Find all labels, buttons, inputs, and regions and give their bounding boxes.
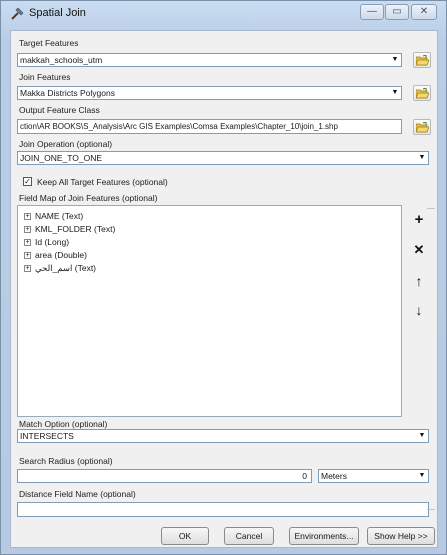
match-option-value: INTERSECTS bbox=[20, 431, 74, 441]
field-map-item-label: Id (Long) bbox=[35, 237, 70, 247]
open-folder-icon bbox=[416, 122, 429, 133]
cancel-button[interactable]: Cancel bbox=[224, 527, 274, 545]
keep-all-checkbox[interactable]: ✓ bbox=[23, 177, 32, 186]
field-map-label: Field Map of Join Features (optional) bbox=[19, 193, 158, 203]
field-map-item-label: NAME (Text) bbox=[35, 211, 84, 221]
target-features-label: Target Features bbox=[19, 38, 79, 48]
distance-field-input[interactable] bbox=[17, 502, 429, 517]
join-features-combo[interactable]: Makka Districts Polygons ▼ bbox=[17, 86, 402, 100]
search-radius-field[interactable]: 0 bbox=[17, 469, 312, 483]
join-operation-label: Join Operation (optional) bbox=[19, 139, 113, 149]
radius-unit-value: Meters bbox=[321, 471, 347, 481]
target-features-value: makkah_schools_utm bbox=[20, 55, 103, 65]
remove-field-button[interactable]: ✕ bbox=[409, 240, 429, 260]
scroll-track-mark bbox=[427, 208, 435, 209]
expand-icon[interactable]: + bbox=[24, 252, 31, 260]
browse-join-button[interactable] bbox=[413, 85, 431, 101]
chevron-down-icon[interactable]: ▼ bbox=[417, 153, 427, 163]
move-up-button[interactable]: ↑ bbox=[409, 271, 429, 291]
minimize-button[interactable]: — bbox=[360, 4, 384, 20]
show-help-button[interactable]: Show Help >> bbox=[367, 527, 435, 545]
ok-button[interactable]: OK bbox=[161, 527, 209, 545]
dialog-body: Target Features makkah_schools_utm ▼ Joi… bbox=[10, 30, 438, 548]
expand-icon[interactable]: + bbox=[24, 226, 31, 234]
spatial-join-window: Spatial Join — ▭ ✕ Target Features makka… bbox=[0, 0, 447, 555]
match-option-combo[interactable]: INTERSECTS ▼ bbox=[17, 429, 429, 443]
expand-icon[interactable]: + bbox=[24, 213, 31, 221]
add-field-button[interactable]: + bbox=[409, 210, 429, 230]
search-radius-value: 0 bbox=[302, 471, 307, 481]
maximize-button[interactable]: ▭ bbox=[385, 4, 409, 20]
output-feature-class-label: Output Feature Class bbox=[19, 105, 100, 115]
hammer-tool-icon bbox=[11, 7, 24, 20]
close-button[interactable]: ✕ bbox=[411, 4, 437, 20]
expand-icon[interactable]: + bbox=[24, 239, 31, 247]
expand-icon[interactable]: + bbox=[24, 265, 31, 273]
keep-all-label[interactable]: Keep All Target Features (optional) bbox=[37, 177, 168, 187]
field-map-tree[interactable]: + NAME (Text) + KML_FOLDER (Text) + Id (Lon… bbox=[17, 205, 402, 417]
join-operation-combo[interactable]: JOIN_ONE_TO_ONE ▼ bbox=[17, 151, 429, 165]
chevron-down-icon[interactable]: ▼ bbox=[417, 431, 427, 441]
chevron-down-icon[interactable]: ▼ bbox=[390, 88, 400, 98]
chevron-down-icon[interactable]: ▼ bbox=[390, 55, 400, 65]
open-folder-icon bbox=[416, 88, 429, 99]
output-feature-class-field[interactable]: ction\AR BOOKS\S_Analysis\Arc GIS Exampl… bbox=[17, 119, 402, 134]
radius-unit-combo[interactable]: Meters ▼ bbox=[318, 469, 429, 483]
field-map-item-label: KML_FOLDER (Text) bbox=[35, 224, 116, 234]
field-map-item[interactable]: + اسم_الحي (Text) bbox=[24, 263, 96, 274]
join-operation-value: JOIN_ONE_TO_ONE bbox=[20, 153, 103, 163]
field-map-item[interactable]: + NAME (Text) bbox=[24, 211, 83, 222]
distance-field-label: Distance Field Name (optional) bbox=[19, 489, 136, 499]
field-map-item[interactable]: + area (Double) bbox=[24, 250, 87, 261]
field-map-item[interactable]: + KML_FOLDER (Text) bbox=[24, 224, 115, 235]
scroll-track-mark bbox=[427, 509, 435, 510]
open-folder-icon bbox=[416, 55, 429, 66]
target-features-combo[interactable]: makkah_schools_utm ▼ bbox=[17, 53, 402, 67]
field-map-item-label: اسم_الحي (Text) bbox=[35, 263, 97, 273]
browse-output-button[interactable] bbox=[413, 119, 431, 135]
field-map-item[interactable]: + Id (Long) bbox=[24, 237, 69, 248]
join-features-value: Makka Districts Polygons bbox=[20, 88, 115, 98]
search-radius-label: Search Radius (optional) bbox=[19, 456, 113, 466]
window-title: Spatial Join bbox=[29, 7, 86, 19]
title-bar[interactable]: Spatial Join — ▭ ✕ bbox=[1, 1, 446, 27]
chevron-down-icon[interactable]: ▼ bbox=[417, 471, 427, 481]
match-option-label: Match Option (optional) bbox=[19, 419, 108, 429]
browse-target-button[interactable] bbox=[413, 52, 431, 68]
field-map-item-label: area (Double) bbox=[35, 250, 87, 260]
join-features-label: Join Features bbox=[19, 72, 71, 82]
move-down-button[interactable]: ↓ bbox=[409, 300, 429, 320]
environments-button[interactable]: Environments... bbox=[289, 527, 359, 545]
